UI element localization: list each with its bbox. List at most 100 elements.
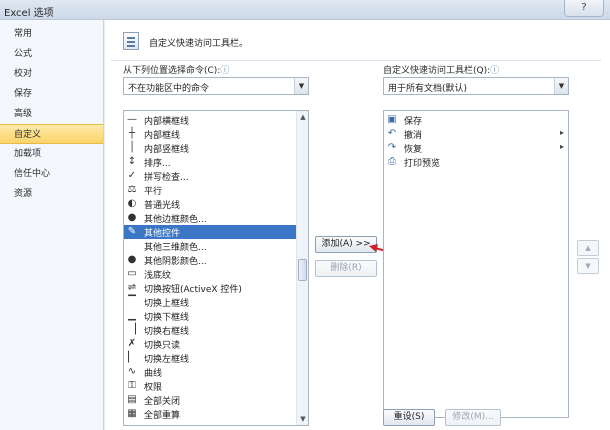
command-label: 全部关闭 [144, 397, 181, 407]
command-list-item[interactable]: — 内部横框线 [124, 113, 296, 127]
command-icon: ▔ [128, 296, 136, 307]
commands-list[interactable]: ▦ 全部重算 ▤ 全部关闭 ⚿ 权限 ∿ 曲线 ▏ 切换左框线 ✗ 切换只读 ▕ 切换右框线 ▁ 切换下框线 ▔… [123, 110, 309, 426]
nav-item-6[interactable]: 加载项 [0, 144, 103, 164]
command-icon: ▁ [128, 310, 136, 321]
info-icon: ⓘ [220, 66, 230, 76]
toolbar-item-label: 打印预览 [404, 159, 441, 169]
command-label: 内部横框线 [144, 117, 190, 127]
chevron-down-icon[interactable]: ▼ [554, 78, 568, 94]
command-label: 其他控件 [144, 229, 181, 239]
command-list-item[interactable]: ∿ 曲线 [124, 365, 296, 379]
command-label: 内部框线 [144, 131, 181, 141]
nav-item-3[interactable]: 保存 [0, 84, 103, 104]
toolbar-item-label: 恢复 [404, 145, 423, 155]
command-label: 其他边框颜色... [144, 215, 207, 225]
toolbar-list-item[interactable]: ▣ 保存 [384, 113, 568, 127]
command-label: 切换下框线 [144, 313, 190, 323]
command-icon: ✓ [127, 170, 137, 181]
nav-item-0[interactable]: 常用 [0, 24, 103, 44]
choose-commands-label-text: 从下列位置选择命令(C): [123, 66, 221, 76]
choose-commands-label: 从下列位置选择命令(C):ⓘ [123, 63, 229, 76]
nav-item-1[interactable]: 公式 [0, 44, 103, 64]
nav-item-8[interactable]: 资源 [0, 184, 103, 204]
submenu-arrow-icon: ▸ [559, 128, 564, 137]
toolbar-item-label: 保存 [404, 117, 423, 127]
command-list-item[interactable]: ┼ 内部框线 [124, 127, 296, 141]
command-list-item[interactable]: ⚖ 平行 [124, 183, 296, 197]
toolbar-list-item[interactable]: ↷ 恢复 ▸ [384, 141, 568, 155]
command-label: 权限 [144, 383, 163, 393]
nav-item-4[interactable]: 高级 [0, 104, 103, 124]
command-label: 切换上框线 [144, 299, 190, 309]
toolbar-item-icon: ⎙ [388, 156, 396, 167]
command-icon: ⇌ [127, 282, 137, 293]
command-icon: ∿ [127, 366, 137, 377]
reset-button[interactable]: 重设(S) [383, 409, 435, 426]
command-list-item[interactable]: │ 内部竖框线 [124, 141, 296, 155]
command-list-item[interactable]: ● 其他阴影颜色... [124, 253, 296, 267]
command-list-item[interactable]: ⚿ 权限 [124, 379, 296, 393]
title-bar: Excel 选项 ? [0, 0, 610, 20]
scroll-down-icon[interactable]: ▼ [297, 413, 308, 425]
command-icon: ⚖ [127, 184, 137, 195]
scroll-thumb[interactable] [298, 259, 307, 281]
command-label: 曲线 [144, 369, 163, 379]
commands-scrollbar[interactable]: ▲ ▼ [296, 111, 308, 425]
command-list-item[interactable]: ▦ 全部重算 [124, 407, 296, 421]
modify-button[interactable]: 修改(M)... [445, 409, 501, 426]
command-icon: — [127, 114, 137, 125]
customize-panel: 自定义快速访问工具栏。 从下列位置选择命令(C):ⓘ 不在功能区中的命令 ▼ ▦… [105, 20, 610, 430]
move-down-button[interactable]: ▼ [577, 258, 599, 274]
toolbar-scope-value: 用于所有文档(默认) [388, 84, 468, 94]
help-button[interactable]: ? [564, 0, 604, 17]
command-label: 切换右框线 [144, 327, 190, 337]
command-label: 其他阴影颜色... [144, 257, 207, 267]
command-list-item[interactable]: 其他三维颜色... [124, 239, 296, 253]
command-icon: ● [127, 212, 137, 223]
section-title: 自定义快速访问工具栏。 [149, 39, 249, 49]
chevron-down-icon[interactable]: ▼ [294, 78, 308, 94]
nav-item-5[interactable]: 自定义 [0, 124, 103, 144]
toolbar-item-icon: ▣ [387, 114, 397, 125]
command-label: 其他三维颜色... [144, 243, 207, 253]
remove-button[interactable]: 删除(R) [315, 260, 377, 277]
command-list-item[interactable]: ✗ 切换只读 [124, 337, 296, 351]
command-list-item[interactable]: ◐ 普通光线 [124, 197, 296, 211]
toolbar-list-item[interactable]: ↶ 撤消 ▸ [384, 127, 568, 141]
command-list-item[interactable]: ↕ 排序... [124, 155, 296, 169]
command-label: 普通光线 [144, 201, 181, 211]
command-label: 内部竖框线 [144, 145, 190, 155]
command-label: 平行 [144, 187, 163, 197]
toolbar-commands-list[interactable]: ▣ 保存 ↶ 撤消 ▸ ↷ 恢复 ▸ ⎙ 打印预览 [383, 110, 569, 418]
toolbar-list-item[interactable]: ⎙ 打印预览 [384, 155, 568, 169]
info-icon: ⓘ [490, 66, 500, 76]
header-divider [111, 60, 601, 61]
move-up-button[interactable]: ▲ [577, 240, 599, 256]
command-list-item[interactable]: ● 其他边框颜色... [124, 211, 296, 225]
command-list-item[interactable]: ✎ 其他控件 [124, 225, 296, 239]
scroll-up-icon[interactable]: ▲ [297, 111, 308, 123]
command-list-item[interactable]: ▭ 浅底纹 [124, 267, 296, 281]
toolbar-item-icon: ↶ [387, 128, 397, 139]
nav-item-2[interactable]: 校对 [0, 64, 103, 84]
command-list-item[interactable]: ▕ 切换右框线 [124, 323, 296, 337]
command-list-item[interactable]: ▤ 全部关闭 [124, 393, 296, 407]
command-icon: ⚿ [128, 380, 136, 391]
choose-commands-combo[interactable]: 不在功能区中的命令 ▼ [123, 77, 309, 95]
command-list-item[interactable]: ▏ 切换左框线 [124, 351, 296, 365]
submenu-arrow-icon: ▸ [559, 142, 564, 151]
command-icon: ▏ [128, 352, 136, 363]
toolbar-item-icon: ↷ [387, 142, 397, 153]
command-list-item[interactable]: ✓ 拼写检查... [124, 169, 296, 183]
command-icon: ✎ [127, 226, 137, 237]
command-list-item[interactable]: ▔ 切换上框线 [124, 295, 296, 309]
toolbar-scope-combo[interactable]: 用于所有文档(默认) ▼ [383, 77, 569, 95]
command-label: 切换按钮(ActiveX 控件) [144, 285, 242, 295]
command-icon: ┼ [128, 128, 136, 139]
command-icon: ✗ [127, 338, 137, 349]
nav-item-7[interactable]: 信任中心 [0, 164, 103, 184]
command-label: 拼写检查... [144, 173, 189, 183]
command-icon: ↕ [127, 156, 137, 167]
command-list-item[interactable]: ▁ 切换下框线 [124, 309, 296, 323]
command-list-item[interactable]: ⇌ 切换按钮(ActiveX 控件) [124, 281, 296, 295]
